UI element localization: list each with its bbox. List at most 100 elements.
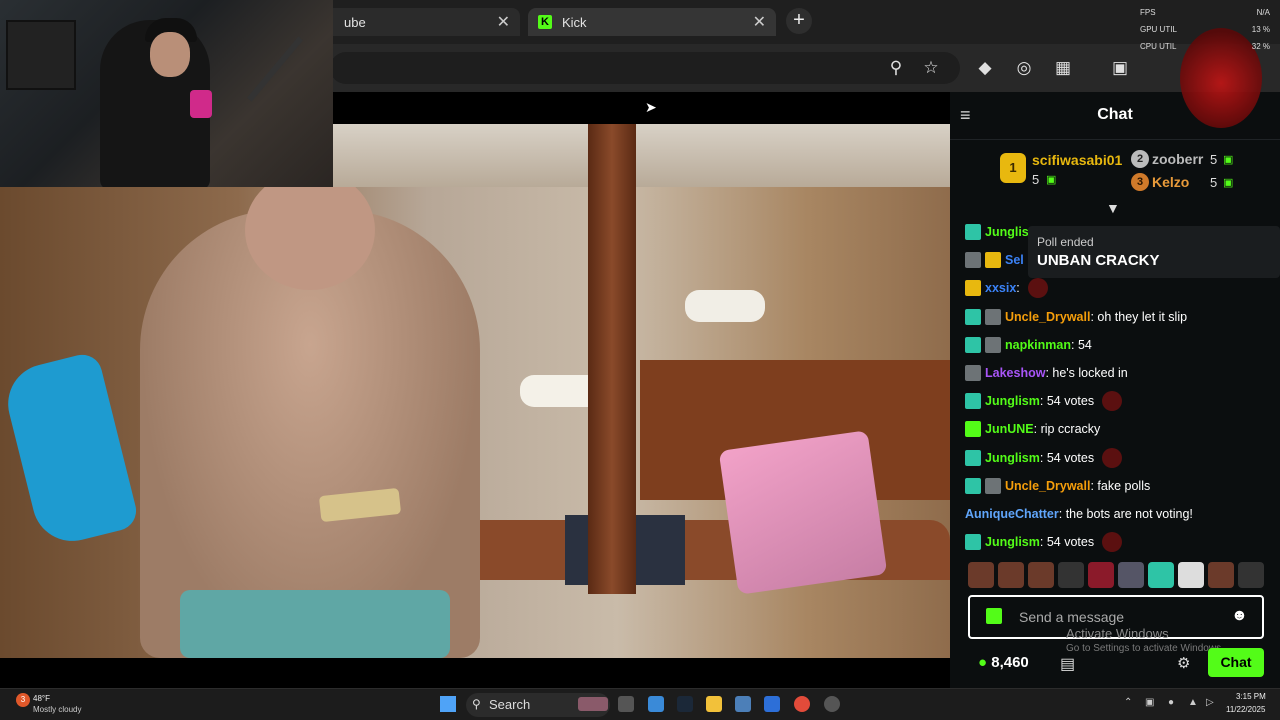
extension-diamond-icon[interactable]: ◆ (973, 56, 997, 80)
user-badge-icon (965, 308, 981, 325)
weather-alert-icon[interactable]: 3 (16, 693, 30, 707)
emote-button[interactable] (1208, 562, 1234, 588)
chat-message-text: : he's locked in (1045, 366, 1128, 381)
chat-message-text: : oh they let it slip (1090, 309, 1188, 324)
emote-icon (1102, 447, 1123, 468)
tab-kick[interactable]: K Kick ✕ (528, 8, 776, 36)
emote-button[interactable] (1148, 562, 1174, 588)
chat-username[interactable]: Lakeshow (985, 366, 1045, 380)
chat-message-text: : 54 votes (1039, 535, 1095, 550)
store-icon[interactable]: ▤ (1060, 654, 1075, 674)
chat-username[interactable]: Sel (1005, 253, 1024, 267)
chat-username[interactable]: JunUNE (985, 422, 1034, 436)
clock-date[interactable]: 11/22/2025 (1226, 705, 1265, 714)
user-badge-icon (965, 421, 981, 438)
clock-time[interactable]: 3:15 PM (1236, 692, 1266, 701)
windows-start-icon[interactable] (440, 696, 456, 712)
chat-message[interactable]: AuniqueChatter: the bots are not voting! (965, 500, 1275, 528)
weather-temp[interactable]: 48°F (33, 694, 50, 703)
close-icon[interactable]: ✕ (753, 12, 766, 32)
chat-username[interactable]: xxsix (985, 281, 1016, 295)
shorts-image (180, 590, 450, 658)
app-icon[interactable] (735, 696, 751, 712)
chat-username[interactable]: Junglism (985, 394, 1040, 408)
settings-gear-icon[interactable]: ⚙ (1177, 654, 1190, 672)
poll-title: UNBAN CRACKY (1037, 252, 1160, 269)
chat-message[interactable]: Lakeshow: he's locked in (965, 359, 1275, 387)
emoji-picker-icon[interactable]: ☻ (1231, 607, 1248, 625)
chat-username[interactable]: Junglism (985, 451, 1040, 465)
emote-button[interactable] (968, 562, 994, 588)
emote-button[interactable] (1118, 562, 1144, 588)
bookmark-star-icon[interactable]: ☆ (919, 56, 943, 80)
tray-app-icon[interactable]: ▣ (1145, 697, 1154, 708)
zoom-icon[interactable]: ⚲ (884, 56, 908, 80)
tab-search-icon[interactable]: ▣ (1108, 56, 1132, 80)
poll-status-label: Poll ended (1037, 235, 1094, 249)
video-player[interactable] (0, 187, 950, 658)
leader-1-count: 5 (1032, 172, 1040, 187)
tray-overflow-icon[interactable]: ⌃ (1124, 697, 1132, 708)
task-view-icon[interactable] (618, 696, 634, 712)
chat-username[interactable]: napkinman (1005, 338, 1071, 352)
wifi-icon[interactable]: ▲ (1188, 697, 1198, 708)
user-badge-icon (965, 336, 981, 353)
chrome-icon[interactable] (794, 696, 810, 712)
close-icon[interactable]: ✕ (497, 12, 510, 32)
chat-message-text: : rip ccracky (1033, 422, 1101, 437)
chat-message[interactable]: Uncle_Drywall: oh they let it slip (965, 303, 1275, 331)
pinned-expand-icon[interactable]: ▼ (1106, 200, 1120, 216)
chat-message-text: : (1016, 281, 1020, 296)
chat-message[interactable]: Uncle_Drywall: fake polls (965, 472, 1275, 500)
chat-message[interactable]: xxsix: (965, 274, 1275, 302)
chat-message[interactable]: Junglism: 54 votes (965, 444, 1275, 472)
windows-taskbar (0, 688, 1280, 720)
chat-username[interactable]: AuniqueChatter (965, 507, 1059, 521)
volume-icon[interactable]: ▷ (1206, 697, 1214, 708)
gift-icon: ▣ (1046, 174, 1057, 186)
chat-username[interactable]: Junglis (985, 225, 1029, 239)
extensions-puzzle-icon[interactable]: ▦ (1051, 56, 1075, 80)
emote-button[interactable] (1028, 562, 1054, 588)
rank-2-badge: 2 (1131, 150, 1149, 168)
leader-1-name[interactable]: scifiwasabi01 (1032, 152, 1122, 168)
chat-message[interactable]: napkinman: 54 (965, 331, 1275, 359)
mic-arm-image (246, 36, 304, 102)
leader-3-name[interactable]: Kelzo (1152, 174, 1189, 190)
user-badge-icon (985, 252, 1001, 269)
gift-icon[interactable] (986, 608, 1002, 624)
chat-message[interactable]: JunUNE: rip ccracky (965, 415, 1275, 443)
leader-2-count: 5 (1210, 152, 1218, 167)
emote-button[interactable] (998, 562, 1024, 588)
extension-circle-icon[interactable]: ◎ (1012, 56, 1036, 80)
tab-youtube[interactable]: ube ✕ (320, 8, 520, 36)
send-chat-button[interactable]: Chat (1208, 648, 1264, 677)
leader-3-count: 5 (1210, 175, 1218, 190)
perf-label: GPU UTIL (1140, 25, 1177, 34)
chat-message[interactable]: Junglism: 54 votes (965, 528, 1275, 556)
monitor-image (6, 20, 76, 90)
copilot-icon[interactable] (648, 696, 664, 712)
chat-username[interactable]: Uncle_Drywall (1005, 310, 1090, 324)
chat-message[interactable]: Junglism: 54 votes (965, 387, 1275, 415)
channel-points[interactable]: ● 8,460 (978, 654, 1029, 671)
emote-button[interactable] (1238, 562, 1264, 588)
chat-username[interactable]: Uncle_Drywall (1005, 479, 1090, 493)
file-explorer-icon[interactable] (706, 696, 722, 712)
microphone-icon[interactable]: ● (1168, 697, 1174, 708)
weather-description[interactable]: Mostly cloudy (33, 705, 81, 714)
emote-button[interactable] (1088, 562, 1114, 588)
perf-value: 13 % (1251, 25, 1270, 34)
address-input[interactable] (330, 52, 960, 84)
chat-username[interactable]: Junglism (985, 535, 1040, 549)
app-icon[interactable] (824, 696, 840, 712)
store-app-icon[interactable] (764, 696, 780, 712)
new-tab-button[interactable]: + (786, 8, 812, 34)
emote-button[interactable] (1178, 562, 1204, 588)
user-badge-icon (985, 477, 1001, 494)
perf-value: N/A (1256, 8, 1270, 17)
steam-icon[interactable] (677, 696, 693, 712)
user-badge-icon (965, 393, 981, 410)
emote-button[interactable] (1058, 562, 1084, 588)
leader-2-name[interactable]: zooberr (1152, 151, 1203, 167)
